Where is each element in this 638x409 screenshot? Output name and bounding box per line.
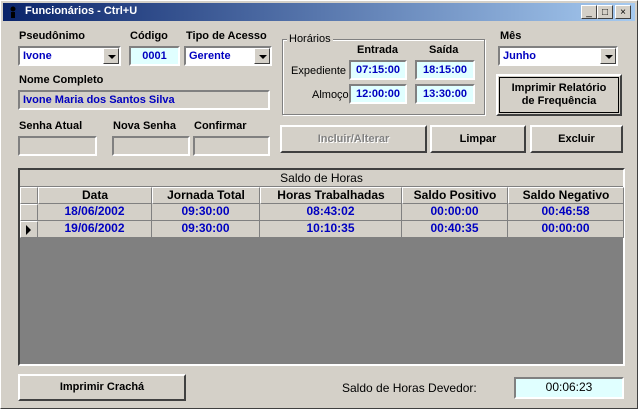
grid-caption: Saldo de Horas [20,170,623,187]
cell-saldo-negativo[interactable]: 00:00:00 [508,221,624,238]
cell-jornada-total[interactable]: 09:30:00 [152,221,260,238]
almoco-entrada-field[interactable]: 12:00:00 [349,84,407,104]
cell-horas-trabalhadas[interactable]: 10:10:35 [260,221,402,238]
mes-label: Mês [500,30,522,42]
cell-saldo-positivo[interactable]: 00:40:35 [402,221,508,238]
current-row-arrow-icon [26,225,31,235]
maximize-button[interactable]: □ [597,5,613,19]
pseudonimo-combo[interactable]: Ivone [18,46,121,66]
incluir-alterar-button[interactable]: Incluir/Alterar [280,125,427,153]
nome-completo-label: Nome Completo [19,74,104,86]
column-header-jornada-total[interactable]: Jornada Total [152,187,260,204]
codigo-label: Código [130,30,168,42]
cell-saldo-positivo[interactable]: 00:00:00 [402,204,508,221]
row-indicator[interactable] [20,204,38,221]
confirmar-senha-field[interactable] [193,136,270,156]
almoco-label: Almoço [312,89,349,101]
funcionarios-window: Funcionários - Ctrl+U _ □ × Pseudônimo I… [0,0,638,409]
chevron-down-icon[interactable] [103,48,119,64]
saldo-devedor-value: 00:06:23 [514,377,624,399]
saldo-horas-grid[interactable]: Saldo de Horas Data Jornada Total Horas … [18,168,625,366]
nova-senha-label: Nova Senha [113,120,176,132]
chevron-down-icon[interactable] [600,48,616,64]
close-icon: × [620,6,626,18]
cell-jornada-total[interactable]: 09:30:00 [152,204,260,221]
senha-atual-field[interactable] [18,136,97,156]
imprimir-relatorio-button[interactable]: Imprimir Relatório de Frequência [496,74,622,116]
row-indicator[interactable] [20,221,38,238]
person-icon [10,6,16,18]
nova-senha-field[interactable] [112,136,190,156]
imprimir-cracha-button[interactable]: Imprimir Crachá [18,374,186,401]
entrada-label: Entrada [357,44,398,56]
almoco-saida-field[interactable]: 13:30:00 [415,84,475,104]
codigo-field[interactable]: 0001 [129,46,180,66]
cell-saldo-negativo[interactable]: 00:46:58 [508,204,624,221]
expediente-saida-field[interactable]: 18:15:00 [415,60,475,80]
excluir-button[interactable]: Excluir [530,125,623,153]
expediente-entrada-field[interactable]: 07:15:00 [349,60,407,80]
nome-completo-field[interactable]: Ivone Maria dos Santos Silva [18,90,270,110]
close-button[interactable]: × [615,5,631,19]
header-indicator [20,187,38,204]
column-header-data[interactable]: Data [38,187,152,204]
title-bar[interactable]: Funcionários - Ctrl+U _ □ × [3,3,635,21]
confirmar-label: Confirmar [194,120,247,132]
expediente-label: Expediente [291,65,347,77]
column-header-saldo-positivo[interactable]: Saldo Positivo [402,187,508,204]
pseudonimo-value: Ivone [23,50,52,62]
pseudonimo-label: Pseudônimo [19,30,86,42]
maximize-icon: □ [601,6,609,18]
minimize-icon: _ [586,6,592,18]
mes-value: Junho [503,50,536,62]
saida-label: Saída [429,44,459,56]
column-header-saldo-negativo[interactable]: Saldo Negativo [508,187,624,204]
mes-combo[interactable]: Junho [498,46,618,66]
minimize-button[interactable]: _ [581,5,597,19]
limpar-button[interactable]: Limpar [430,125,526,153]
cell-horas-trabalhadas[interactable]: 08:43:02 [260,204,402,221]
cell-data[interactable]: 18/06/2002 [38,204,152,221]
chevron-down-icon[interactable] [254,48,270,64]
saldo-devedor-label: Saldo de Horas Devedor: [342,381,477,395]
horarios-group-label: Horários [287,33,333,45]
cell-data[interactable]: 19/06/2002 [38,221,152,238]
senha-atual-label: Senha Atual [19,120,83,132]
column-header-horas-trabalhadas[interactable]: Horas Trabalhadas [260,187,402,204]
window-title: Funcionários - Ctrl+U [25,5,138,17]
tipo-acesso-label: Tipo de Acesso [186,30,267,42]
tipo-acesso-combo[interactable]: Gerente [184,46,272,66]
tipo-acesso-value: Gerente [189,50,231,62]
